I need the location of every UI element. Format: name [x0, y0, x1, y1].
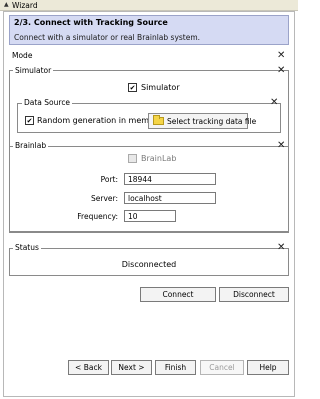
cancel-button: Cancel — [200, 360, 244, 375]
port-label: Port: — [100, 175, 118, 184]
step-description: Connect with a simulator or real Brainla… — [14, 33, 201, 42]
simulator-close-icon[interactable]: ✕ — [277, 66, 285, 76]
simulator-checkbox[interactable] — [128, 83, 137, 92]
mode-close-icon[interactable]: ✕ — [277, 51, 285, 61]
simulator-group-label: Simulator — [13, 66, 54, 75]
data-source-close-icon[interactable]: ✕ — [270, 98, 278, 108]
status-text: Disconnected — [121, 260, 177, 269]
brainlab-close-icon[interactable]: ✕ — [277, 141, 285, 151]
simulator-checkbox-label[interactable]: Simulator — [141, 83, 180, 92]
collapse-arrow-icon[interactable]: ▲ — [4, 1, 9, 8]
mode-section-label: Mode — [10, 51, 35, 60]
random-generation-label[interactable]: Random generation in memory — [37, 116, 162, 125]
frequency-label: Frequency: — [77, 212, 118, 221]
brainlab-group-label: Brainlab — [13, 141, 49, 150]
server-label: Server: — [91, 194, 118, 203]
status-group-label: Status — [13, 243, 41, 252]
step-title: 2/3. Connect with Tracking Source — [14, 18, 168, 27]
folder-icon — [153, 115, 164, 125]
back-button[interactable]: < Back — [68, 360, 109, 375]
finish-button[interactable]: Finish — [155, 360, 196, 375]
connect-button[interactable]: Connect — [140, 287, 216, 302]
select-tracking-file-label[interactable]: Select tracking data file — [167, 117, 256, 126]
help-button[interactable]: Help — [247, 360, 289, 375]
window-title: Wizard — [12, 1, 38, 10]
frequency-field[interactable] — [124, 210, 176, 222]
server-field[interactable] — [124, 192, 216, 204]
data-source-group-label: Data Source — [22, 98, 73, 107]
random-generation-checkbox[interactable] — [25, 116, 34, 125]
disconnect-button[interactable]: Disconnect — [219, 287, 289, 302]
brainlab-checkbox[interactable] — [128, 154, 137, 163]
status-close-icon[interactable]: ✕ — [277, 243, 285, 253]
wizard-title-bar — [0, 0, 298, 11]
port-field[interactable] — [124, 173, 216, 185]
brainlab-checkbox-label[interactable]: BrainLab — [141, 154, 176, 163]
next-button[interactable]: Next > — [111, 360, 152, 375]
